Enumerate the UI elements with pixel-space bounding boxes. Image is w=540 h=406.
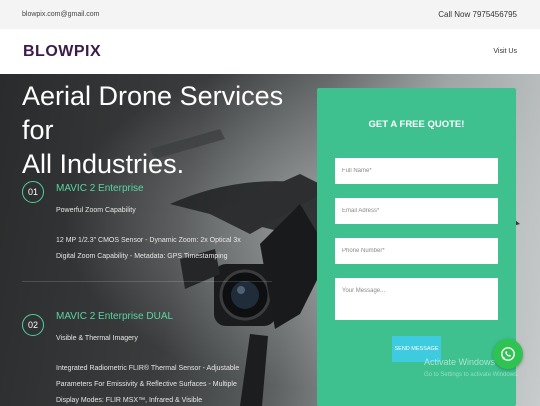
phone-field[interactable] [335,238,498,264]
activate-windows-title: Activate Windows [424,357,496,367]
email-field[interactable] [335,198,498,224]
hero-heading-line1: Aerial Drone Services for [22,81,284,145]
feature-subtitle: Visible & Thermal Imagery [56,335,138,342]
feature-number-badge: 02 [22,314,44,336]
feature-number-badge: 01 [22,181,44,203]
hero-section: Aerial Drone Services for All Industries… [0,74,540,406]
feature-description: Integrated Radiometric FLIR® Thermal Sen… [56,361,256,406]
nav-link-visit-us[interactable]: Visit Us [493,48,517,55]
feature-title: MAVIC 2 Enterprise [56,183,144,194]
divider [22,281,272,282]
feature-description: 12 MP 1/2.3" CMOS Sensor - Dynamic Zoom:… [56,233,256,265]
feature-description-line: Digital Zoom Capability - Metadata: GPS … [56,253,228,260]
logo[interactable]: BLOWPIX [23,43,101,61]
quote-form-title: GET A FREE QUOTE! [368,119,465,130]
feature-title: MAVIC 2 Enterprise DUAL [56,311,174,322]
feature-subtitle: Powerful Zoom Capability [56,207,136,214]
feature-description-line: Display Modes: FLIR MSX™, Infrared & Vis… [56,397,203,404]
hero-heading-line2: All Industries. [22,149,185,179]
hero-heading: Aerial Drone Services for All Industries… [22,79,302,181]
whatsapp-icon [501,347,515,361]
top-bar: blowpix.com@gmail.com Call Now 797545679… [0,0,540,29]
feature-description-line: Integrated Radiometric FLIR® Thermal Sen… [56,365,240,372]
feature-description-line: 12 MP 1/2.3" CMOS Sensor - Dynamic Zoom:… [56,237,241,244]
feature-description-line: Parameters For Emissivity & Reflective S… [56,381,237,388]
full-name-field[interactable] [335,158,498,184]
activate-windows-subtitle: Go to Settings to activate Windows. [424,372,519,378]
message-field[interactable] [335,278,498,320]
whatsapp-button[interactable] [493,339,523,369]
contact-email[interactable]: blowpix.com@gmail.com [22,11,100,18]
navbar: BLOWPIX Visit Us [0,29,540,74]
contact-phone[interactable]: Call Now 7975456795 [438,10,517,19]
